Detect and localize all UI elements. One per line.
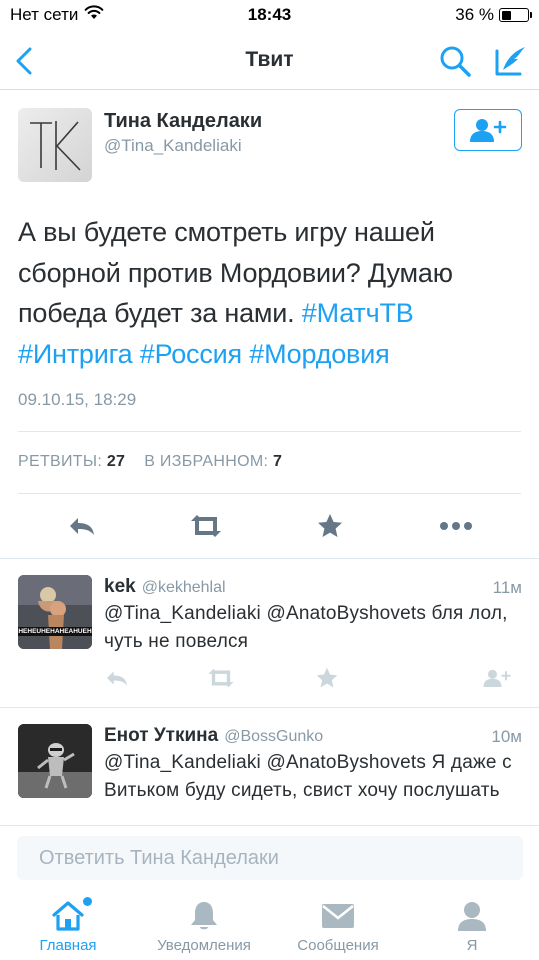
hashtag-link[interactable]: #Мордовия [249, 339, 389, 369]
reply-header: kek @kekhehlal 11м [104, 576, 522, 600]
follow-button[interactable] [482, 666, 512, 690]
search-icon [440, 46, 471, 77]
retweet-icon [208, 668, 234, 688]
tab-label: Сообщения [297, 937, 379, 954]
tweet-stats: РЕТВИТЫ: 27 В ИЗБРАННОМ: 7 [18, 453, 282, 471]
tweet-timestamp: 09.10.15, 18:29 [18, 390, 137, 409]
compose-icon [495, 47, 525, 76]
new-content-dot [83, 897, 92, 906]
envelope-icon [318, 899, 358, 933]
divider [18, 493, 521, 494]
favorite-button[interactable] [312, 666, 342, 690]
tab-profile[interactable]: Я [407, 891, 537, 960]
tab-messages[interactable]: Сообщения [273, 891, 403, 960]
retweet-button[interactable] [206, 666, 236, 690]
reply-author-name[interactable]: kek [104, 576, 136, 597]
follow-button[interactable] [454, 109, 522, 151]
reply-text: @Tina_Kandeliaki @AnatoByshovets бля лол… [104, 603, 508, 652]
retweets-stat[interactable]: РЕТВИТЫ: 27 [18, 453, 125, 470]
tab-home[interactable]: Главная [3, 891, 133, 960]
retweets-label: РЕТВИТЫ: [18, 453, 103, 470]
battery-status: 36 % [455, 5, 532, 25]
hashtag-link[interactable]: #МатчТВ [302, 298, 414, 328]
reply-author-name[interactable]: Енот Уткина [104, 725, 218, 746]
reply-text: @Tina_Kandeliaki @AnatoByshovets Я даже … [104, 752, 512, 801]
add-user-icon [470, 119, 507, 142]
reply-icon [107, 671, 127, 686]
more-icon [440, 522, 472, 530]
tweet-actions [0, 502, 539, 550]
author-avatar[interactable] [18, 108, 92, 182]
favorites-count: 7 [272, 453, 283, 470]
battery-icon [499, 8, 532, 22]
search-button[interactable] [438, 44, 472, 78]
status-bar: Нет сети 18:43 36 % [0, 0, 539, 32]
author-handle[interactable]: @Tina_Kandeliaki [104, 136, 242, 156]
favorites-label: В ИЗБРАННОМ: [144, 453, 269, 470]
favorites-stat[interactable]: В ИЗБРАННОМ: 7 [144, 453, 282, 470]
reply-avatar[interactable]: HEHEUHEHAHEAHUEH [18, 575, 92, 649]
reply-input[interactable] [17, 836, 523, 880]
divider [18, 431, 521, 432]
retweets-count: 27 [106, 453, 126, 470]
add-user-icon [483, 669, 511, 687]
hashtag-link[interactable]: #Интрига [18, 339, 133, 369]
tweet-text: А вы будете смотреть игру нашей сборной … [18, 212, 523, 374]
reply-header: Енот Уткина @BossGunko 10м [104, 725, 522, 749]
reply-icon [70, 518, 94, 535]
tab-label: Я [466, 937, 478, 954]
star-icon [318, 514, 342, 537]
retweet-icon [191, 515, 221, 537]
hashtag-link[interactable]: #Россия [140, 339, 242, 369]
reply-avatar[interactable] [18, 724, 92, 798]
star-icon [316, 667, 338, 688]
reply-author-handle[interactable]: @kekhehlal [142, 579, 226, 596]
section-separator [0, 707, 539, 708]
reply-actions [0, 663, 539, 693]
reply-button[interactable] [62, 510, 102, 542]
battery-percent: 36 % [455, 5, 494, 24]
reply-author-handle[interactable]: @BossGunko [224, 728, 323, 745]
tk-logo [30, 121, 81, 171]
favorite-button[interactable] [310, 510, 350, 542]
reply-button[interactable] [102, 666, 132, 690]
tab-notifications[interactable]: Уведомления [139, 891, 269, 960]
person-icon [452, 899, 492, 933]
bell-icon [184, 899, 224, 933]
home-icon [48, 899, 88, 933]
more-button[interactable] [436, 510, 476, 542]
tab-label: Главная [39, 937, 97, 954]
reply-composer [0, 825, 539, 891]
avatar-caption: HEHEUHEHAHEAHUEH [18, 628, 92, 635]
reply-time: 11м [492, 578, 522, 597]
compose-button[interactable] [492, 43, 528, 79]
nav-bar: Твит [0, 32, 539, 90]
retweet-button[interactable] [186, 510, 226, 542]
section-separator [0, 558, 539, 559]
tab-label: Уведомления [157, 937, 251, 954]
author-name[interactable]: Тина Канделаки [104, 110, 262, 133]
tab-bar: Главная Уведомления Сообщения Я [0, 891, 539, 960]
reply-time: 10м [491, 727, 522, 746]
